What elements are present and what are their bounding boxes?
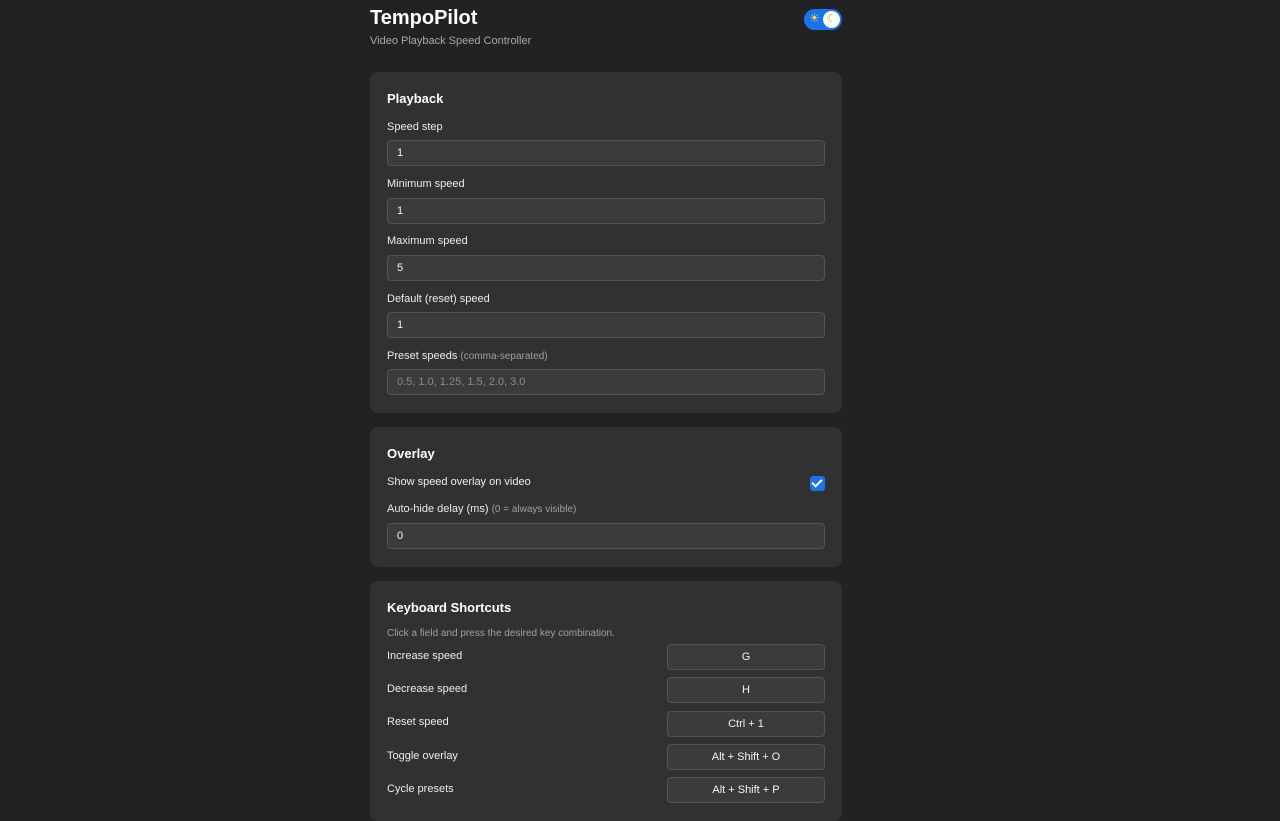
shortcut-input-decrease[interactable]: H [667, 677, 825, 703]
show-overlay-label: Show speed overlay on video [387, 476, 531, 488]
shortcut-label-cycle-presets: Cycle presets [387, 783, 454, 795]
speed-step-input[interactable] [387, 140, 825, 166]
default-speed-label: Default (reset) speed [387, 293, 490, 305]
speed-step-label: Speed step [387, 121, 443, 133]
min-speed-label: Minimum speed [387, 178, 465, 190]
max-speed-input[interactable] [387, 255, 825, 281]
sun-icon: ☀ [809, 11, 820, 25]
app-subtitle: Video Playback Speed Controller [370, 35, 532, 47]
playback-card: Playback Speed step Minimum speed Maximu… [370, 72, 842, 413]
auto-hide-label-text: Auto-hide delay (ms) [387, 503, 489, 515]
preset-speeds-label: Preset speeds (comma-separated) [387, 350, 548, 363]
show-overlay-checkbox[interactable] [810, 476, 825, 491]
header: TempoPilot Video Playback Speed Controll… [370, 0, 842, 72]
preset-speeds-input[interactable] [387, 369, 825, 395]
moon-icon: ☾ [823, 11, 840, 28]
min-speed-input[interactable] [387, 198, 825, 224]
auto-hide-input[interactable] [387, 523, 825, 549]
auto-hide-hint: (0 = always visible) [491, 504, 577, 515]
auto-hide-label: Auto-hide delay (ms) (0 = always visible… [387, 503, 576, 516]
shortcuts-note: Click a field and press the desired key … [387, 628, 615, 639]
checkmark-icon [811, 476, 823, 488]
shortcut-input-toggle-overlay[interactable]: Alt + Shift + O [667, 744, 825, 770]
shortcut-label-increase: Increase speed [387, 650, 463, 662]
shortcuts-title: Keyboard Shortcuts [387, 600, 512, 615]
app-title: TempoPilot [370, 7, 478, 29]
preset-speeds-hint: (comma-separated) [460, 351, 548, 362]
shortcut-label-decrease: Decrease speed [387, 683, 468, 695]
shortcut-input-cycle-presets[interactable]: Alt + Shift + P [667, 777, 825, 803]
overlay-card: Overlay Show speed overlay on video Auto… [370, 427, 842, 567]
shortcuts-card: Keyboard Shortcuts Click a field and pre… [370, 581, 842, 821]
shortcut-label-reset: Reset speed [387, 716, 449, 728]
options-page: TempoPilot Video Playback Speed Controll… [370, 0, 842, 821]
playback-title: Playback [387, 91, 444, 106]
theme-toggle[interactable]: ☀ ☾ [804, 9, 842, 30]
default-speed-input[interactable] [387, 312, 825, 338]
shortcut-label-toggle-overlay: Toggle overlay [387, 750, 458, 762]
shortcut-input-increase[interactable]: G [667, 644, 825, 670]
shortcut-input-reset[interactable]: Ctrl + 1 [667, 711, 825, 737]
overlay-title: Overlay [387, 446, 435, 461]
max-speed-label: Maximum speed [387, 235, 468, 247]
preset-speeds-label-text: Preset speeds [387, 350, 458, 362]
